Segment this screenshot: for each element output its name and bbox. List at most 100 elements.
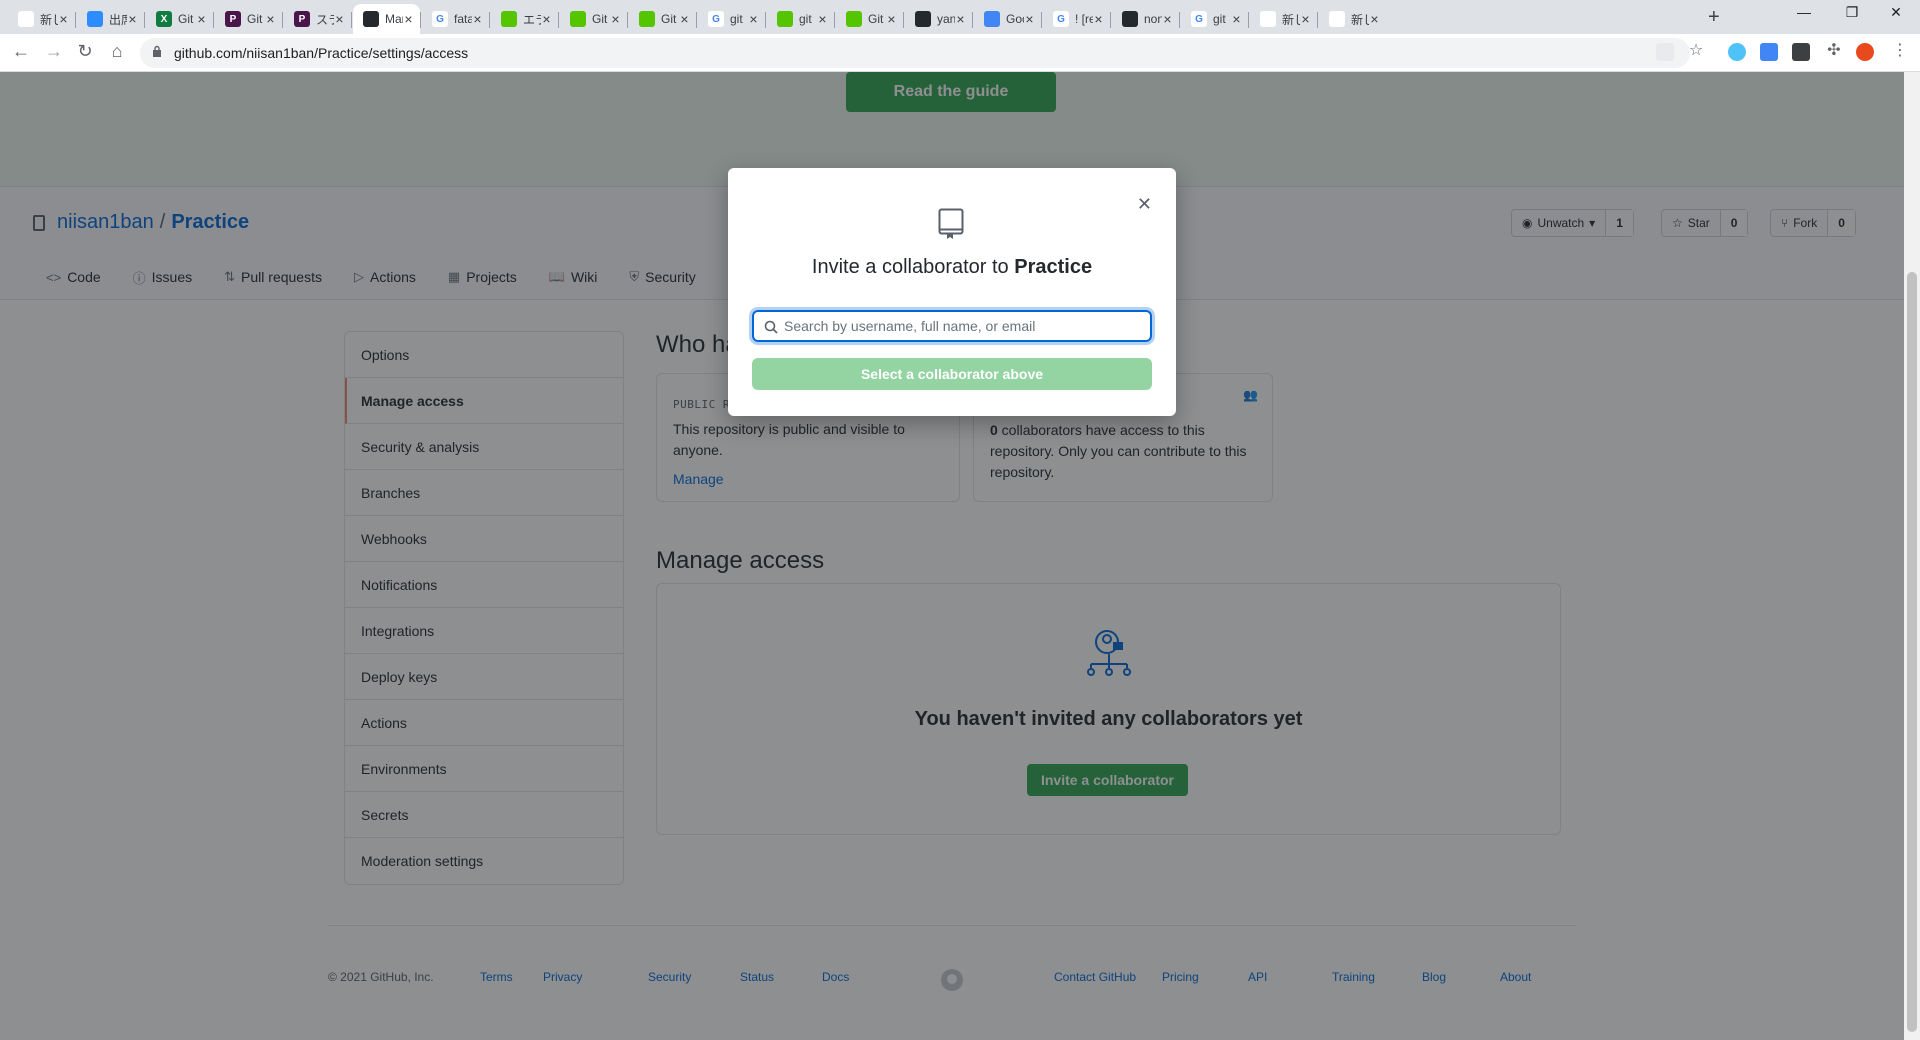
dialog-title-prefix: Invite a collaborator to (811, 256, 1015, 278)
tab-close-icon[interactable]: × (1093, 11, 1104, 27)
back-icon[interactable]: ← (9, 41, 33, 62)
tab-close-icon[interactable]: × (403, 11, 414, 27)
tab-favicon-icon (18, 11, 34, 27)
browser-tab[interactable]: Ggit × (698, 4, 765, 34)
browser-tab[interactable]: Git × (629, 4, 696, 34)
tab-separator (1317, 12, 1318, 28)
tab-separator (765, 12, 766, 28)
browser-tab[interactable]: 新しいタ× (1250, 4, 1317, 34)
forward-icon[interactable]: → (42, 41, 66, 62)
tab-favicon-icon (984, 11, 1000, 27)
repo-book-icon (938, 208, 964, 239)
tab-separator (558, 12, 559, 28)
l-extension-icon[interactable] (1792, 43, 1810, 61)
dialog-title-repo: Practice (1014, 256, 1093, 278)
browser-tab[interactable]: 新しいタブ× (8, 4, 75, 34)
tab-favicon-icon (639, 11, 655, 27)
collaborator-search-input[interactable] (784, 318, 1150, 334)
tab-favicon-icon (1260, 11, 1276, 27)
tab-close-icon[interactable]: × (472, 11, 483, 27)
browser-tab[interactable]: Goo× (974, 4, 1041, 34)
tab-close-icon[interactable]: × (817, 11, 828, 27)
tab-separator (75, 12, 76, 28)
close-icon[interactable]: ✕ (1137, 194, 1152, 215)
browser-tab[interactable]: Ggit × (1181, 4, 1248, 34)
tab-favicon-icon (87, 11, 103, 27)
page-scrollbar[interactable] (1904, 72, 1920, 1040)
tab-close-icon[interactable]: × (1024, 11, 1035, 27)
tab-title: git (799, 12, 812, 26)
tab-close-icon[interactable]: × (748, 11, 759, 27)
cloud-extension-icon[interactable] (1728, 43, 1746, 61)
tab-separator (1179, 12, 1180, 28)
browser-menu-icon[interactable]: ⋮ (1888, 40, 1912, 60)
tab-close-icon[interactable]: × (955, 11, 966, 27)
tab-favicon-icon: G (432, 11, 448, 27)
tab-favicon-icon (1329, 11, 1345, 27)
tab-favicon-icon: G (1191, 11, 1207, 27)
browser-tab[interactable]: Git × (560, 4, 627, 34)
tab-close-icon[interactable]: × (58, 11, 69, 27)
home-icon[interactable]: ⌂ (105, 41, 129, 62)
tab-title: fata (454, 12, 472, 26)
tab-close-icon[interactable]: × (679, 11, 690, 27)
browser-tab[interactable]: yan × (905, 4, 972, 34)
tab-favicon-icon (501, 11, 517, 27)
lock-icon (153, 45, 161, 57)
tab-close-icon[interactable]: × (127, 11, 138, 27)
tab-separator (489, 12, 490, 28)
tab-title: Mar (385, 12, 403, 26)
browser-tab[interactable]: P スラ× (284, 4, 351, 34)
reload-icon[interactable]: ↻ (73, 41, 97, 62)
google-translate-extension-icon[interactable] (1760, 43, 1778, 61)
select-collaborator-button[interactable]: Select a collaborator above (752, 358, 1152, 390)
tab-close-icon[interactable]: × (265, 11, 276, 27)
browser-tab-strip: + — ❐ ✕ 新しいタブ×出席×XGit×PGit×Pスラ×Mar×Gfata… (0, 0, 1920, 34)
tab-separator (903, 12, 904, 28)
tab-separator (1041, 12, 1042, 28)
browser-tab[interactable]: 出席× (77, 4, 144, 34)
new-tab-button[interactable]: + (1708, 6, 1720, 29)
tab-title: Git (178, 12, 194, 26)
collaborator-search-field[interactable] (752, 310, 1152, 342)
tab-title: Git (247, 12, 263, 26)
tab-title: エラ (523, 12, 541, 27)
browser-tab[interactable]: 新しいタ× (1319, 4, 1386, 34)
browser-tab[interactable]: git × (767, 4, 834, 34)
browser-tab[interactable]: P Git × (215, 4, 282, 34)
translate-icon[interactable] (1656, 43, 1674, 61)
browser-tab[interactable]: Git × (836, 4, 903, 34)
browser-tab[interactable]: X Git × (146, 4, 213, 34)
tab-close-icon[interactable]: × (1231, 11, 1242, 27)
address-bar[interactable]: github.com/niisan1ban/Practice/settings/… (140, 38, 1690, 68)
tab-close-icon[interactable]: × (196, 11, 207, 27)
tab-title: Git (868, 12, 884, 26)
tab-separator (627, 12, 628, 28)
browser-tab[interactable]: Gfata × (422, 4, 489, 34)
scrollbar-thumb[interactable] (1907, 272, 1917, 1032)
tab-close-icon[interactable]: × (1369, 11, 1380, 27)
browser-tab[interactable]: non × (1112, 4, 1179, 34)
bookmark-star-icon[interactable]: ☆ (1684, 40, 1708, 60)
close-window-button[interactable]: ✕ (1876, 4, 1916, 21)
minimize-button[interactable]: — (1784, 4, 1824, 20)
tab-separator (1248, 12, 1249, 28)
tab-favicon-icon (777, 11, 793, 27)
tab-close-icon[interactable]: × (886, 11, 897, 27)
tab-title: git (730, 12, 743, 26)
browser-tab[interactable]: エラ× (491, 4, 558, 34)
tab-title: non (1144, 12, 1162, 26)
extensions-puzzle-icon[interactable]: ✣ (1822, 40, 1846, 60)
browser-tab[interactable]: G ! [re × (1043, 4, 1110, 34)
tab-close-icon[interactable]: × (1162, 11, 1173, 27)
tab-close-icon[interactable]: × (334, 11, 345, 27)
tab-title: 新しいタ (1351, 12, 1369, 27)
tab-close-icon[interactable]: × (610, 11, 621, 27)
restore-button[interactable]: ❐ (1832, 4, 1872, 21)
tab-favicon-icon: P (294, 11, 310, 27)
browser-tab[interactable]: Mar× (353, 4, 420, 34)
profile-avatar[interactable] (1856, 43, 1874, 61)
tab-favicon-icon: P (225, 11, 241, 27)
tab-close-icon[interactable]: × (541, 11, 552, 27)
tab-close-icon[interactable]: × (1300, 11, 1311, 27)
